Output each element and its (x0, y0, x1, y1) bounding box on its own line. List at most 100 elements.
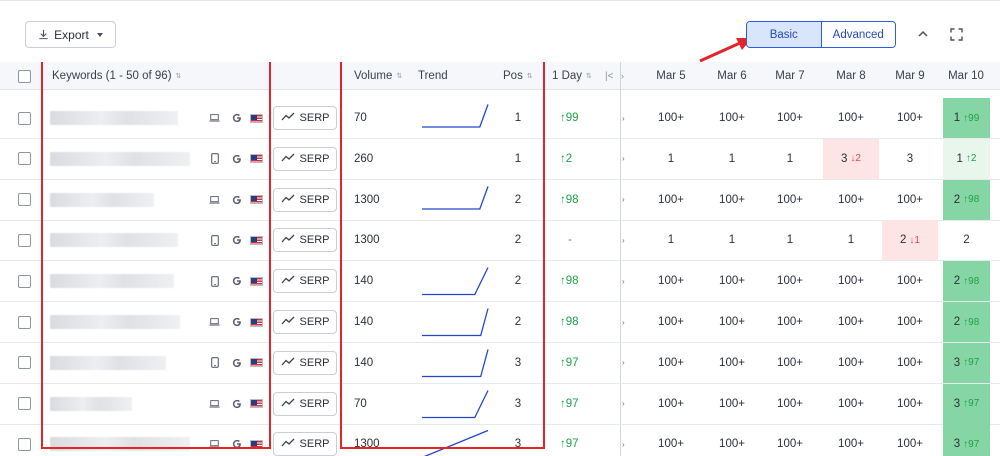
header-date[interactable]: Mar 8 (833, 70, 869, 82)
trend-sparkline (420, 98, 490, 138)
table-row[interactable]: SERP 70 1 ↑ 99 › 100+ 100+ 100+ 100+ 100+ 1 ↑99 (0, 98, 1000, 139)
row-checkbox[interactable] (18, 343, 31, 383)
mobile-icon (209, 139, 220, 179)
volume-cell: 140 (354, 316, 374, 328)
position-cell: 1 (514, 112, 522, 124)
trend-icon (281, 234, 295, 246)
rank-cell: 100+ (719, 356, 745, 369)
rank-cell-latest: 2 ↑98 (943, 302, 990, 342)
rank-cell-latest: 3 ↑97 (943, 342, 990, 383)
google-icon (231, 384, 242, 424)
rank-cell: 3 (906, 152, 914, 165)
row-checkbox[interactable] (18, 220, 31, 260)
position-cell: 3 (514, 397, 522, 410)
rank-cell: 100+ (897, 112, 923, 124)
table-row[interactable]: SERP 140 2 ↑ 98 › 100+ 100+ 100+ 100+ 100+ 2 ↑98 (0, 261, 1000, 303)
table-row[interactable]: SERP 260 1 ↑ 2 › 1 1 1 3 ↓2 3 1 ↑2 (0, 138, 1000, 180)
rank-cell-latest: 2 (963, 234, 970, 247)
row-scroll-indicator: › (622, 439, 625, 449)
rank-cell: 100+ (838, 397, 864, 410)
rank-cell: 100+ (838, 112, 864, 124)
us-flag-icon (250, 261, 263, 301)
serp-button[interactable]: SERP (273, 391, 337, 416)
sort-icon: ⇅ (396, 72, 403, 80)
table-row[interactable]: SERP 1300 2 ↑ 98 › 100+ 100+ 100+ 100+ 100+ 2 ↑98 (0, 179, 1000, 221)
row-checkbox[interactable] (18, 98, 31, 138)
row-checkbox[interactable] (18, 180, 31, 220)
scroll-right-icon[interactable]: › (621, 62, 624, 90)
serp-button[interactable]: SERP (273, 106, 337, 130)
rank-cell: 100+ (838, 316, 864, 328)
table-row[interactable]: SERP 140 2 ↑ 98 › 100+ 100+ 100+ 100+ 100+ 2 ↑98 (0, 302, 1000, 343)
rank-cell-latest: 1 ↑99 (943, 98, 990, 138)
google-icon (231, 98, 242, 138)
mobile-icon (209, 220, 220, 260)
keyword-text-redacted (50, 274, 174, 289)
trend-sparkline (420, 220, 490, 260)
table-row[interactable]: SERP 140 3 ↑ 97 › 100+ 100+ 100+ 100+ 100+ 3 ↑97 (0, 342, 1000, 384)
header-pos[interactable]: Pos ⇅ (503, 62, 533, 90)
row-scroll-indicator: › (622, 235, 625, 245)
trend-sparkline (420, 384, 490, 424)
sort-icon: ⇅ (586, 72, 592, 80)
rank-cell: 100+ (719, 316, 745, 328)
google-icon (231, 424, 242, 456)
serp-button[interactable]: SERP (273, 228, 337, 253)
select-all-checkbox[interactable] (18, 62, 31, 90)
serp-button[interactable]: SERP (273, 350, 337, 375)
header-date[interactable]: Mar 7 (772, 70, 808, 82)
volume-cell: 70 (354, 397, 367, 410)
rank-cell: 100+ (777, 397, 803, 410)
rank-cell: 2 ↓1 (882, 220, 938, 261)
serp-button[interactable]: SERP (273, 432, 337, 456)
table-row[interactable]: SERP 70 3 ↑ 97 › 100+ 100+ 100+ 100+ 100+ 3 ↑97 (0, 383, 1000, 425)
serp-button[interactable]: SERP (273, 310, 337, 334)
header-1-day[interactable]: 1 Day ⇅ (552, 62, 592, 90)
row-checkbox[interactable] (18, 302, 31, 342)
desktop-icon (209, 302, 220, 342)
fullscreen-icon[interactable] (947, 25, 965, 43)
desktop-icon (209, 384, 220, 424)
row-checkbox[interactable] (18, 139, 31, 179)
rank-cell-latest: 3 ↑97 (943, 424, 990, 456)
one-day-change: ↑ 98 (560, 193, 579, 206)
header-date[interactable]: Mar 5 (653, 70, 689, 82)
keyword-text-redacted (50, 151, 190, 166)
advanced-view-button[interactable]: Advanced (821, 22, 895, 47)
trend-sparkline (420, 139, 490, 179)
download-icon (39, 29, 48, 40)
header-date[interactable]: Mar 10 (948, 70, 984, 82)
table-row[interactable]: SERP 1300 3 ↑ 97 › 100+ 100+ 100+ 100+ 100+ 3 ↑97 (0, 424, 1000, 456)
header-volume[interactable]: Volume ⇅ (354, 62, 402, 90)
basic-view-button[interactable]: Basic (747, 22, 822, 47)
export-button[interactable]: Export (25, 21, 116, 48)
row-checkbox[interactable] (18, 384, 31, 424)
serp-button[interactable]: SERP (273, 269, 337, 294)
trend-sparkline (420, 302, 490, 342)
rank-cell: 1 (728, 152, 736, 165)
serp-button[interactable]: SERP (273, 146, 337, 171)
rank-cell-latest: 2 ↑98 (943, 261, 990, 302)
header-keywords[interactable]: Keywords (1 - 50 of 96) ⇅ (52, 62, 181, 90)
us-flag-icon (250, 302, 263, 342)
rank-cell: 100+ (777, 356, 803, 369)
row-scroll-indicator: › (622, 195, 625, 205)
rank-cell: 100+ (658, 112, 684, 124)
google-icon (231, 220, 242, 260)
table-row[interactable]: SERP 1300 2 - › 1 1 1 1 2 ↓1 2 (0, 220, 1000, 262)
rank-cell: 100+ (897, 356, 923, 369)
row-checkbox[interactable] (18, 261, 31, 301)
chevron-up-icon[interactable] (914, 25, 932, 43)
rank-cell: 100+ (777, 275, 803, 288)
one-day-change: ↑ 97 (560, 438, 579, 451)
volume-cell: 260 (354, 152, 374, 165)
scroll-first-icon[interactable]: |< (605, 62, 613, 90)
google-icon (231, 139, 242, 179)
row-checkbox[interactable] (18, 424, 31, 456)
header-date[interactable]: Mar 6 (714, 70, 750, 82)
sparkline-path (422, 267, 489, 296)
serp-button[interactable]: SERP (273, 187, 337, 212)
trend-sparkline (420, 180, 490, 220)
header-date[interactable]: Mar 9 (892, 70, 928, 82)
trend-icon (281, 438, 295, 450)
